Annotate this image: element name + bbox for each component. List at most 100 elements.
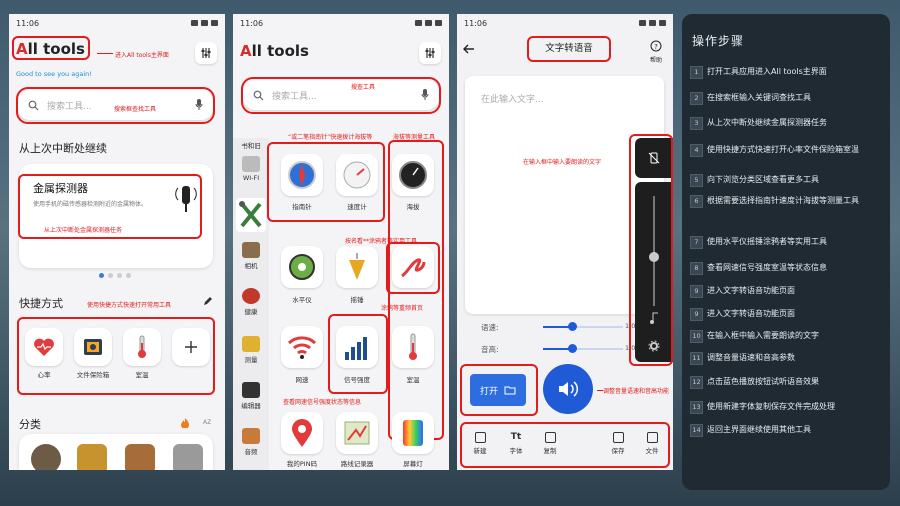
category-card[interactable] xyxy=(19,434,213,470)
health-icon xyxy=(242,288,260,304)
speed-value: 1.0 xyxy=(625,322,636,330)
category-tool-icon[interactable] xyxy=(77,444,107,470)
category-section-title: 分类 xyxy=(19,418,41,431)
help-button[interactable]: ? 帮助 xyxy=(650,40,662,64)
quick-label: 文件保险箱 xyxy=(76,371,110,379)
copy-icon xyxy=(544,432,556,443)
status-icons xyxy=(191,20,218,26)
tool-level[interactable] xyxy=(281,246,323,288)
heart-icon xyxy=(34,338,54,356)
step-number: 12 xyxy=(690,376,703,389)
compass-icon xyxy=(288,161,316,189)
step-item: 4 使用快捷方式快速打开心率文件保险箱室温 xyxy=(690,144,875,157)
text-input-placeholder[interactable]: 在此输入文字... xyxy=(481,92,544,105)
plumb-bob-icon xyxy=(349,253,365,280)
tool-my-pin[interactable] xyxy=(281,412,323,454)
screen-tool-catalog: 11:06 All tools 搜索工具... 搜查工具 书和旧 WI-FI 相… xyxy=(233,14,449,470)
sort-az-icon[interactable]: AZ xyxy=(203,419,211,426)
quick-heart-rate[interactable] xyxy=(25,328,63,366)
step-item: 9 进入文字转语音功能页面 xyxy=(690,285,875,298)
step-item: 6 根据需要选择指南针速度计海拔等测量工具 xyxy=(690,195,875,208)
tool-speedometer[interactable] xyxy=(336,154,378,196)
sidebar-item-tools-active[interactable] xyxy=(236,198,266,232)
play-speak-button[interactable] xyxy=(543,364,593,414)
tab-file[interactable]: 文件 xyxy=(637,432,667,455)
category-tool-icon[interactable] xyxy=(31,444,61,470)
edit-pencil-icon[interactable] xyxy=(203,296,213,306)
sidebar-item-health[interactable]: 健康 xyxy=(235,288,267,316)
tool-label: 指南针 xyxy=(292,203,312,211)
signal-icon xyxy=(201,20,208,26)
save-icon xyxy=(612,432,624,443)
pitch-value: 1.0 xyxy=(625,344,636,352)
dot-active xyxy=(99,273,104,278)
audio-icon xyxy=(242,428,260,444)
battery-icon xyxy=(211,20,218,26)
quick-add-button[interactable] xyxy=(172,328,210,366)
tool-screen-light[interactable] xyxy=(392,412,434,454)
settings-sliders-button[interactable] xyxy=(195,42,217,64)
annotation-box-title xyxy=(527,36,611,62)
tab-save[interactable]: 保存 xyxy=(603,432,633,455)
step-text: 打开工具应用进入All tools主界面 xyxy=(707,67,827,76)
step-number: 5 xyxy=(690,174,703,187)
status-bar: 11:06 xyxy=(233,14,449,32)
category-tool-icon[interactable] xyxy=(125,444,155,470)
open-button-label: 打开 xyxy=(479,386,498,397)
step-text: 调整音量语速和音高参数 xyxy=(707,353,795,362)
tool-label: 信号强度 xyxy=(344,376,370,384)
quick-section-title: 快捷方式 xyxy=(19,297,63,310)
tool-label: 屏幕灯 xyxy=(403,460,423,468)
status-time: 11:06 xyxy=(16,18,40,28)
step-text: 使用快捷方式快速打开心率文件保险箱室温 xyxy=(707,145,859,154)
altimeter-icon xyxy=(399,161,427,189)
annotation-box-logo xyxy=(12,36,90,60)
route-map-icon xyxy=(344,421,370,445)
sidebar-item-editor[interactable]: 编辑器 xyxy=(235,382,267,410)
quick-room-temp[interactable] xyxy=(123,328,161,366)
help-circle-icon: ? xyxy=(650,40,662,52)
open-button[interactable]: 打开 xyxy=(470,374,526,406)
sidebar-item-camera[interactable]: 相机 xyxy=(235,242,267,270)
sidebar-item-measure[interactable]: 测量 xyxy=(235,336,267,364)
step-number: 9 xyxy=(690,308,703,321)
sidebar-item-wifi[interactable]: WI-FI xyxy=(235,156,267,182)
tool-label: 海拔 xyxy=(406,203,420,211)
pitch-slider-thumb[interactable] xyxy=(568,344,577,353)
step-text: 查看网速信号强度室温等状态信息 xyxy=(707,263,827,272)
back-arrow-icon[interactable] xyxy=(463,44,475,54)
step-text: 进入文字转语音功能页面 xyxy=(707,286,795,295)
step-number: 9 xyxy=(690,285,703,298)
step-text: 使用新建字体复制保存文件完成处理 xyxy=(707,402,835,411)
settings-sliders-button[interactable] xyxy=(419,42,441,64)
step-number: 14 xyxy=(690,424,703,437)
fire-icon[interactable] xyxy=(181,418,189,428)
tool-signal-strength[interactable] xyxy=(336,326,378,368)
screen-light-icon xyxy=(403,420,423,446)
step-number: 2 xyxy=(690,92,703,105)
quick-file-vault[interactable] xyxy=(74,328,112,366)
video-editor-icon xyxy=(242,382,260,398)
sidebar-item-audio[interactable]: 音频 xyxy=(235,428,267,456)
tool-route-recorder[interactable] xyxy=(336,412,378,454)
level-icon xyxy=(289,254,315,280)
battery-icon xyxy=(659,20,666,26)
status-bar: 11:06 xyxy=(457,14,673,32)
steps-panel: 操作步骤 1 打开工具应用进入All tools主界面 2 在搜索框输入关键词查找工具… xyxy=(682,14,890,490)
pitch-label: 音高: xyxy=(481,345,499,354)
tab-new[interactable]: 新建 xyxy=(465,432,495,455)
tool-plumb-bob[interactable] xyxy=(336,246,378,288)
sidebar-item-partial[interactable]: 书和旧 xyxy=(235,140,267,150)
annotation-search: 搜查工具 xyxy=(351,84,376,91)
tool-compass[interactable] xyxy=(281,154,323,196)
speed-slider-thumb[interactable] xyxy=(568,322,577,331)
tab-font[interactable]: Tt 字体 xyxy=(501,432,531,455)
tool-network-speed[interactable] xyxy=(281,326,323,368)
category-tool-icon[interactable] xyxy=(173,444,203,470)
tool-altimeter[interactable] xyxy=(392,154,434,196)
tool-room-temp[interactable] xyxy=(392,326,434,368)
carousel-dots[interactable] xyxy=(99,273,131,278)
status-icons xyxy=(639,20,666,26)
step-number: 13 xyxy=(690,401,703,414)
tab-copy[interactable]: 复制 xyxy=(535,432,565,455)
